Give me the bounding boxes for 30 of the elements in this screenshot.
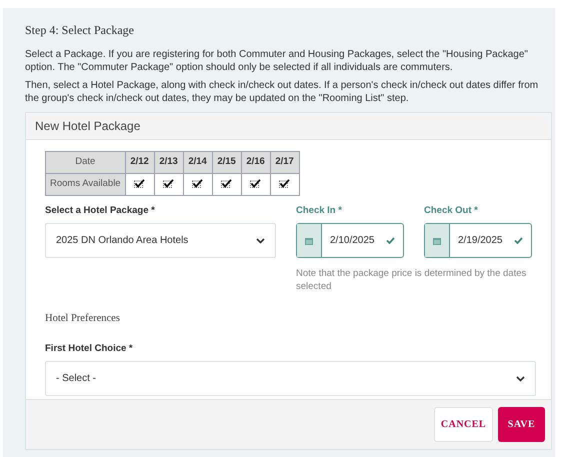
field-label: Check Out * xyxy=(424,204,479,218)
instruction-text: Select a Package. If you are registering for both Commuter and Housing Packages, select the "Housing Package" option. The "Commuter Package" option should only be selected if all individuals are commuters. xyxy=(25,49,529,74)
table-header: 2/17 xyxy=(270,152,300,174)
instruction-text: Then, select a Hotel Package, along with check in/check out dates. If a person's check in/check out dates differ from the group's check in/check out dates, they may be updated on the "Rooming List" step. xyxy=(25,80,540,105)
table-header: 2/12 xyxy=(125,152,154,174)
note-text: Note that the package price is determined by the dates selected xyxy=(296,267,528,294)
field-label: Check In * xyxy=(296,204,343,218)
date-field[interactable]: 2/19/2025 xyxy=(424,223,532,258)
cancel-button[interactable]: CANCEL xyxy=(434,407,493,442)
date-field[interactable]: 2/10/2025 xyxy=(296,223,404,258)
first-hotel-choice-select[interactable]: - Select - xyxy=(45,361,536,396)
chevron-down-icon xyxy=(516,376,525,382)
calendar-icon xyxy=(433,236,441,245)
card-title: New Hotel Package xyxy=(35,118,140,135)
field-label: First Hotel Choice * xyxy=(45,342,134,356)
checkmark-icon xyxy=(386,237,395,244)
chevron-down-icon xyxy=(256,238,265,244)
table-header: Rooms Available xyxy=(46,174,126,196)
checkmark-icon xyxy=(514,237,523,244)
calendar-icon xyxy=(305,236,313,245)
step-title: Step 4: Select Package xyxy=(25,23,135,37)
table-header: 2/13 xyxy=(154,152,184,174)
table-header: 2/16 xyxy=(241,152,270,174)
table-header: Date xyxy=(46,152,126,174)
table-header: 2/14 xyxy=(183,152,212,174)
section-title: Hotel Preferences xyxy=(45,312,121,326)
field-label: Select a Hotel Package * xyxy=(45,204,156,218)
hotel-package-select[interactable]: 2025 DN Orlando Area Hotels xyxy=(45,223,276,258)
save-button[interactable]: SAVE xyxy=(498,407,545,442)
table-header: 2/15 xyxy=(212,152,242,174)
